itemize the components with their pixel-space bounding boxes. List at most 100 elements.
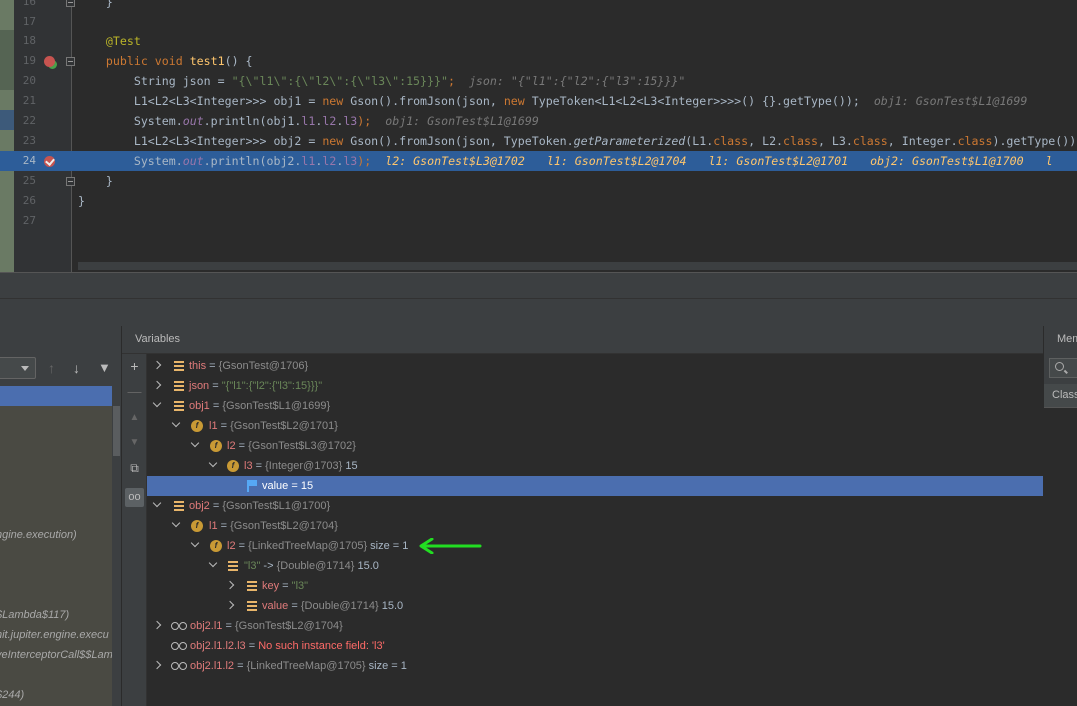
tree-row[interactable]: f l2 = {LinkedTreeMap@1705} size = 1 (147, 536, 1043, 556)
code-line[interactable]: 26 } (0, 191, 1077, 211)
current-execution-line[interactable]: 24 System.out.println(obj2.l1.l2.l3); l2:… (0, 151, 1077, 171)
arrow-up-icon[interactable]: ↑ (48, 360, 55, 376)
chevron-down-icon[interactable] (208, 558, 218, 568)
chevron-down-icon[interactable] (190, 438, 200, 448)
tree-row[interactable]: this = {GsonTest@1706} (147, 356, 1043, 376)
var-eq: = (235, 440, 249, 452)
tree-row[interactable]: f l2 = {GsonTest$L3@1702} (147, 436, 1043, 456)
code-line[interactable]: 20 String json = "{\"l1\":{\"l2\":{\"l3\… (0, 71, 1077, 91)
field-icon: f (210, 440, 222, 452)
code-line[interactable]: 21 L1<L2<L3<Integer>>> obj1 = new Gson()… (0, 91, 1077, 111)
code-text: L1<L2<L3<Integer>>> obj1 = new Gson().fr… (78, 91, 1028, 111)
code-line[interactable]: 16 } (0, 0, 1077, 12)
frame-item[interactable]: $Lambda$117) (0, 609, 69, 621)
var-value: 15 (300, 480, 314, 492)
watch-icon (171, 621, 187, 631)
code-line[interactable]: 27 (0, 211, 1077, 231)
code-token: () { (224, 54, 253, 68)
row-text: l2 = {GsonTest$L3@1702} (227, 436, 356, 456)
fold-icon[interactable] (66, 57, 75, 66)
frames-list[interactable]: ngine.execution) ) $Lambda$117) nit.jupi… (0, 386, 113, 706)
arrow-down-icon[interactable]: ↓ (73, 360, 80, 376)
tree-row[interactable]: "l3" -> {Double@1714} 15.0 (147, 556, 1043, 576)
remove-watch-icon[interactable]: — (125, 382, 144, 401)
tree-row[interactable]: key = "l3" (147, 576, 1043, 596)
code-editor[interactable]: 16 } 17 18 @Test 19 public void test1() … (0, 0, 1077, 272)
chevron-right-icon[interactable] (152, 620, 162, 630)
var-name: obj2 (189, 500, 210, 512)
code-line[interactable]: 23 L1<L2<L3<Integer>>> obj2 = new Gson()… (0, 131, 1077, 151)
frame-item[interactable]: ngine.execution) (0, 529, 77, 541)
chevron-right-icon[interactable] (152, 360, 162, 370)
code-line[interactable]: 25 } (0, 171, 1077, 191)
var-eq: = (252, 460, 266, 472)
memory-column-header[interactable]: Class (1044, 384, 1077, 408)
watch-row[interactable]: obj2.l1.l2 = {LinkedTreeMap@1705} size =… (147, 656, 1043, 676)
show-watches-icon[interactable]: oo (125, 488, 144, 507)
chevron-down-icon[interactable] (208, 458, 218, 468)
code-line[interactable]: 22 System.out.println(obj1.l1.l2.l3); obj… (0, 111, 1077, 131)
frame-item[interactable]: $244) (0, 689, 24, 701)
watch-row[interactable]: obj2.l1 = {GsonTest$L2@1704} (147, 616, 1043, 636)
var-type: {GsonTest$L2@1704} (230, 520, 338, 532)
run-test-icon[interactable] (44, 56, 55, 67)
tree-row[interactable]: f l3 = {Integer@1703} 15 (147, 456, 1043, 476)
selected-frame[interactable] (0, 386, 112, 406)
tree-row[interactable]: f l1 = {GsonTest$L2@1701} (147, 416, 1043, 436)
code-token: , L2. (748, 134, 784, 148)
code-line[interactable]: 19 public void test1() { (0, 51, 1077, 71)
copy-icon[interactable]: ⧉ (125, 459, 144, 478)
code-line[interactable]: 17 (0, 12, 1077, 32)
frame-item[interactable]: veInterceptorCall$$Lam (0, 649, 113, 661)
fold-icon[interactable] (66, 0, 75, 7)
vertical-scrollbar[interactable] (112, 386, 121, 706)
var-eq: = (217, 520, 231, 532)
var-value: size = 1 (367, 540, 409, 552)
tree-row[interactable]: json = "{"l1":{"l2":{"l3":15}}}" (147, 376, 1043, 396)
chevron-right-icon[interactable] (152, 660, 162, 670)
variables-panel: Variables + — ▲ ▼ ⧉ oo this = {GsonTest@… (122, 326, 1043, 706)
add-watch-icon[interactable]: + (125, 357, 144, 376)
chevron-down-icon[interactable] (152, 398, 162, 408)
variables-tree[interactable]: this = {GsonTest@1706} json = "{"l1":{"l… (147, 354, 1043, 706)
variable-icon (247, 601, 257, 611)
field-ref: l2 (322, 114, 337, 128)
filter-icon[interactable]: ▼ (98, 360, 111, 376)
chevron-down-icon[interactable] (152, 498, 162, 508)
chevron-right-icon[interactable] (225, 600, 235, 610)
fold-icon[interactable] (66, 177, 75, 186)
chevron-down-icon[interactable] (171, 418, 181, 428)
chevron-right-icon[interactable] (225, 580, 235, 590)
annotation-arrow (419, 538, 482, 554)
chevron-down-icon[interactable] (171, 518, 181, 528)
frames-panel: ↑ ↓ ▼ ngine.execution) ) $Lambda$117) ni… (0, 326, 122, 706)
watch-row[interactable]: obj2.l1.l2.l3 = No such instance field: … (147, 636, 1043, 656)
move-up-icon[interactable]: ▲ (125, 408, 144, 427)
code-line[interactable]: 18 @Test (0, 31, 1077, 51)
breakpoint-icon[interactable] (44, 156, 55, 167)
frame-item[interactable]: nit.jupiter.engine.execu (0, 629, 109, 641)
var-eq: = (234, 660, 247, 672)
tree-row[interactable]: f l1 = {GsonTest$L2@1704} (147, 516, 1043, 536)
keyword: class (713, 134, 749, 148)
thread-dropdown[interactable] (0, 357, 36, 379)
tree-row[interactable]: value = {Double@1714} 15.0 (147, 596, 1043, 616)
var-value: 15.0 (378, 600, 404, 612)
horizontal-scrollbar[interactable] (78, 262, 1077, 270)
watch-name: obj2.l1.l2.l3 (190, 640, 246, 652)
tree-row-selected[interactable]: value = 15 (147, 476, 1043, 496)
chevron-down-icon[interactable] (190, 538, 200, 548)
code-token: , Integer. (887, 134, 958, 148)
tree-row[interactable]: obj2 = {GsonTest$L1@1700} (147, 496, 1043, 516)
line-number: 21 (22, 94, 36, 107)
row-text: obj1 = {GsonTest$L1@1699} (189, 396, 330, 416)
row-text: key = "l3" (262, 576, 308, 596)
memory-search-input[interactable] (1049, 358, 1077, 378)
tree-row[interactable]: obj1 = {GsonTest$L1@1699} (147, 396, 1043, 416)
chevron-right-icon[interactable] (152, 380, 162, 390)
move-down-icon[interactable]: ▼ (125, 433, 144, 452)
var-string: "l3" (244, 560, 261, 572)
code-text: System.out.println(obj1.l1.l2.l3); obj1: … (78, 111, 539, 131)
panel-title[interactable]: Memory (1057, 333, 1077, 345)
field-ref: l2 (322, 154, 337, 168)
